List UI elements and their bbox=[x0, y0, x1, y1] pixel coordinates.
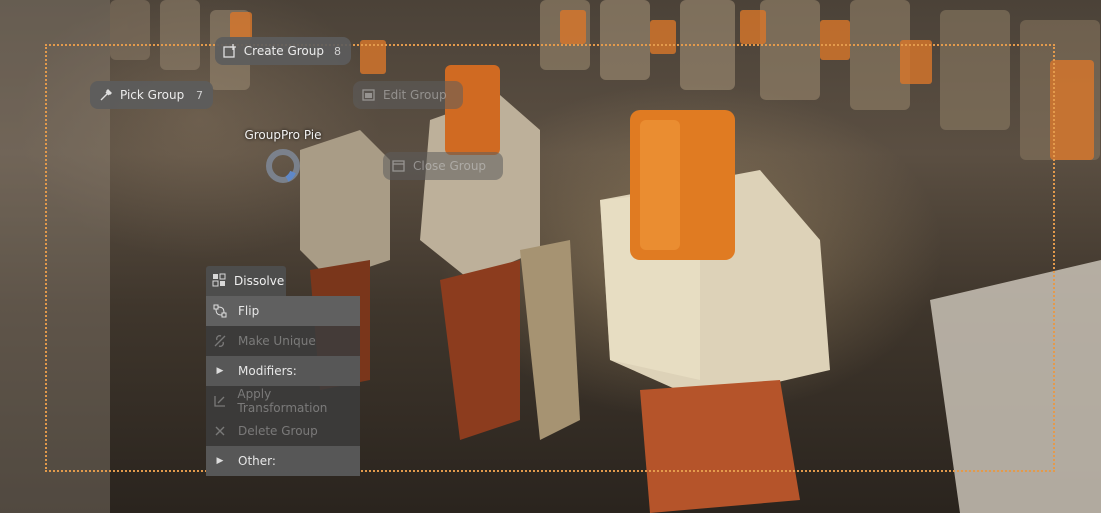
menu-item-label: Apply Transformation bbox=[237, 387, 328, 415]
close-group-button[interactable]: Close Group bbox=[383, 152, 503, 180]
create-group-shortcut: 8 bbox=[334, 44, 341, 58]
create-group-button[interactable]: Create Group 8 bbox=[215, 37, 351, 65]
create-group-icon bbox=[223, 43, 238, 59]
dissolve-icon bbox=[212, 273, 228, 289]
eyedropper-icon bbox=[98, 87, 114, 103]
edit-group-button[interactable]: Edit Group bbox=[353, 81, 463, 109]
menu-item-label: Flip bbox=[238, 304, 260, 318]
menu-item-other[interactable]: ▶ Other: bbox=[206, 446, 360, 476]
close-group-icon bbox=[391, 158, 407, 174]
make-unique-icon bbox=[212, 333, 228, 349]
3d-viewport[interactable] bbox=[0, 0, 1101, 513]
menu-item-make-unique[interactable]: Make Unique bbox=[206, 326, 360, 356]
create-group-label: Create Group bbox=[243, 44, 324, 58]
menu-item-label: Other: bbox=[238, 454, 276, 468]
apply-transform-icon bbox=[212, 393, 227, 409]
triangle-right-icon: ▶ bbox=[216, 366, 224, 376]
edit-group-label: Edit Group bbox=[383, 88, 447, 102]
menu-item-label: Modifiers: bbox=[238, 364, 297, 378]
delete-icon bbox=[212, 423, 228, 439]
menu-item-modifiers[interactable]: ▶ Modifiers: bbox=[206, 356, 360, 386]
pie-direction-ring-icon bbox=[266, 149, 300, 183]
pie-menu-title: GroupPro Pie bbox=[244, 128, 322, 142]
flip-icon bbox=[212, 303, 228, 319]
pick-group-label: Pick Group bbox=[120, 88, 185, 102]
menu-item-apply-transformation[interactable]: Apply Transformation bbox=[206, 386, 360, 416]
menu-item-label: Delete Group bbox=[238, 424, 318, 438]
pick-group-button[interactable]: Pick Group 7 bbox=[90, 81, 213, 109]
close-group-label: Close Group bbox=[413, 159, 487, 173]
context-menu-list: Flip Make Unique ▶ Modifiers: Apply Tran… bbox=[206, 296, 360, 476]
menu-item-label: Make Unique bbox=[238, 334, 316, 348]
menu-item-flip[interactable]: Flip bbox=[206, 296, 360, 326]
dissolve-button[interactable]: Dissolve bbox=[206, 266, 286, 296]
edit-group-icon bbox=[361, 87, 377, 103]
dissolve-label: Dissolve bbox=[234, 274, 285, 288]
pick-group-shortcut: 7 bbox=[196, 88, 203, 102]
triangle-right-icon: ▶ bbox=[216, 456, 224, 466]
menu-item-delete-group[interactable]: Delete Group bbox=[206, 416, 360, 446]
